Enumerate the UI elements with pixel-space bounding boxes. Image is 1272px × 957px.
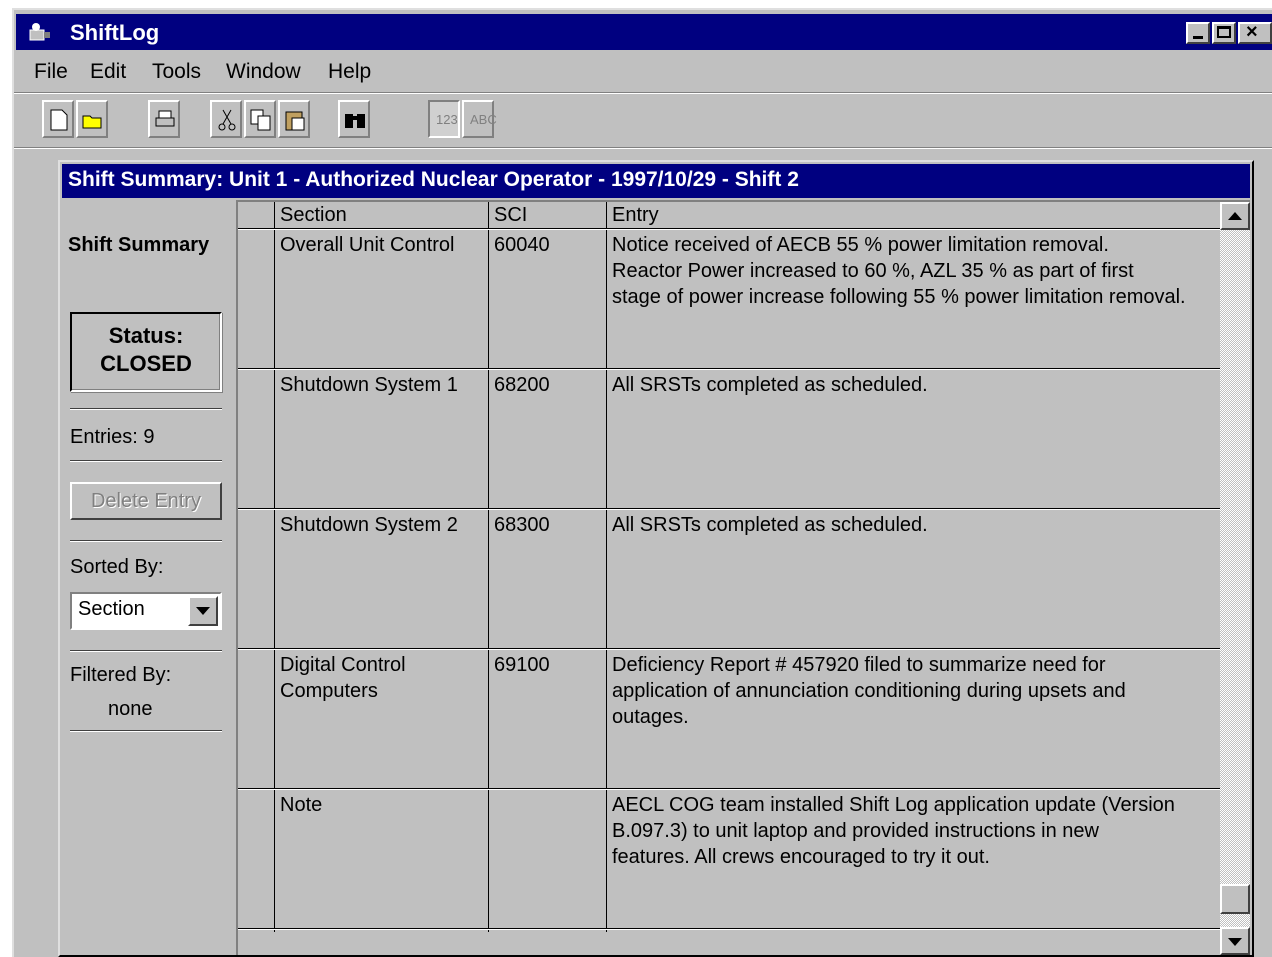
open-folder-icon	[82, 115, 102, 129]
row-2-section[interactable]: Shutdown System 1	[280, 372, 458, 398]
header-entry[interactable]: Entry	[612, 204, 659, 227]
numbering-button[interactable]: 123	[428, 100, 460, 138]
find-binoculars-icon	[345, 114, 365, 128]
column-divider	[488, 202, 489, 932]
row-3-entry[interactable]: All SRSTs completed as scheduled.	[612, 512, 928, 538]
maximize-button[interactable]	[1212, 22, 1236, 44]
column-divider	[606, 202, 607, 932]
menu-tools[interactable]: Tools	[152, 60, 201, 84]
summary-side-panel: Shift Summary Status: CLOSED Entries: 9 …	[60, 200, 236, 957]
scroll-thumb[interactable]	[1220, 884, 1250, 914]
row-divider	[238, 928, 1220, 930]
row-divider	[238, 228, 1220, 230]
row-1-sci[interactable]: 60040	[494, 232, 550, 258]
row-divider	[238, 788, 1220, 790]
entries-count: Entries: 9	[70, 426, 155, 448]
open-button[interactable]	[76, 100, 108, 138]
row-5-section[interactable]: Note	[280, 792, 322, 818]
row-1-entry[interactable]: Notice received of AECB 55 % power limit…	[612, 232, 1186, 310]
filtered-by-label: Filtered By:	[70, 664, 172, 686]
vertical-scrollbar[interactable]	[1220, 202, 1250, 955]
maximize-icon	[1217, 26, 1231, 38]
row-2-sci[interactable]: 68200	[494, 372, 550, 398]
row-5-entry[interactable]: AECL COG team installed Shift Log applic…	[612, 792, 1175, 870]
row-4-section[interactable]: Digital Control Computers	[280, 652, 406, 704]
row-3-section[interactable]: Shutdown System 2	[280, 512, 458, 538]
menu-file[interactable]: File	[34, 60, 68, 84]
cut-button[interactable]	[210, 100, 242, 138]
divider	[70, 408, 222, 410]
child-window-title[interactable]: Shift Summary: Unit 1 - Authorized Nucle…	[62, 164, 1250, 198]
header-sci[interactable]: SCI	[494, 204, 527, 227]
minimize-button[interactable]	[1186, 22, 1210, 44]
divider	[70, 540, 222, 542]
toolbar-separator	[14, 92, 1272, 94]
row-1-section[interactable]: Overall Unit Control	[280, 232, 455, 258]
menu-window[interactable]: Window	[226, 60, 301, 84]
new-document-icon	[50, 109, 68, 131]
app-icon	[29, 23, 50, 41]
filtered-by-value: none	[108, 698, 153, 720]
entries-grid[interactable]: Section SCI Entry Overall Unit Control 6…	[236, 200, 1250, 955]
scroll-up-button[interactable]	[1220, 202, 1250, 230]
find-button[interactable]	[338, 100, 370, 138]
scroll-down-button[interactable]	[1220, 927, 1250, 955]
menu-bar: File Edit Tools Window Help	[16, 58, 1272, 88]
close-icon: ×	[1246, 21, 1258, 43]
chevron-down-icon[interactable]	[188, 596, 218, 626]
title-bar[interactable]: ShiftLog ×	[16, 14, 1272, 50]
status-value: CLOSED	[100, 351, 192, 376]
sort-select-value: Section	[78, 598, 145, 620]
print-icon	[155, 110, 175, 127]
row-3-sci[interactable]: 68300	[494, 512, 550, 538]
abc-button[interactable]: ABC	[462, 100, 497, 138]
cut-icon	[218, 109, 236, 131]
row-2-entry[interactable]: All SRSTs completed as scheduled.	[612, 372, 928, 398]
numbering-icon: 123	[436, 112, 458, 127]
menu-help[interactable]: Help	[328, 60, 371, 84]
app-window: ShiftLog × File Edit Tools Window Help 1…	[12, 8, 1272, 957]
column-divider	[274, 202, 275, 932]
row-4-sci[interactable]: 69100	[494, 652, 550, 678]
row-divider	[238, 508, 1220, 510]
summary-heading: Shift Summary	[68, 234, 210, 256]
abc-icon: ABC	[470, 112, 497, 127]
window-title: ShiftLog	[70, 20, 160, 45]
sort-select[interactable]: Section	[70, 592, 222, 630]
status-box: Status: CLOSED	[70, 312, 222, 392]
minimize-icon	[1193, 36, 1203, 39]
divider	[70, 650, 222, 652]
divider	[70, 730, 222, 732]
copy-button[interactable]	[244, 100, 276, 138]
divider	[70, 460, 222, 462]
row-divider	[238, 368, 1220, 370]
header-section[interactable]: Section	[280, 204, 347, 227]
paste-button[interactable]	[278, 100, 310, 138]
print-button[interactable]	[148, 100, 180, 138]
row-4-entry[interactable]: Deficiency Report # 457920 filed to summ…	[612, 652, 1126, 730]
sorted-by-label: Sorted By:	[70, 556, 164, 578]
new-button[interactable]	[42, 100, 74, 138]
toolbar-bottom-separator	[14, 147, 1272, 149]
status-label: Status:	[108, 323, 184, 348]
menu-edit[interactable]: Edit	[90, 60, 126, 84]
paste-icon	[285, 111, 305, 131]
close-button[interactable]: ×	[1238, 21, 1272, 44]
shift-summary-window: Shift Summary: Unit 1 - Authorized Nucle…	[58, 160, 1254, 957]
delete-entry-button[interactable]: Delete Entry	[70, 482, 222, 520]
copy-icon	[250, 109, 271, 131]
row-divider	[238, 648, 1220, 650]
